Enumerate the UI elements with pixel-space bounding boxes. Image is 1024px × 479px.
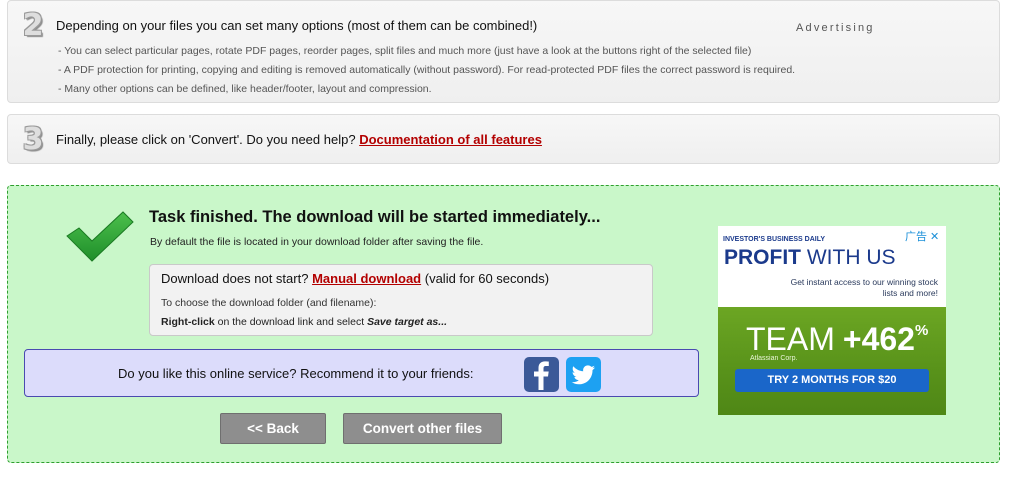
step-2-number-icon: 2 [22, 8, 44, 43]
ad-percent: +462% [843, 321, 928, 357]
task-finished-subtitle: By default the file is located in your d… [150, 236, 484, 248]
ad-headline-rest: WITH US [806, 246, 896, 269]
ad-green-section: TEAM +462% Atlassian Corp. TRY 2 MONTHS F… [718, 307, 946, 415]
download-folder-hint: To choose the download folder (and filen… [161, 297, 377, 309]
twitter-share-button[interactable] [566, 357, 601, 392]
advertisement-banner[interactable]: INVESTOR'S BUSINESS DAILY 广告 ✕ PROFIT WI… [718, 226, 946, 415]
step-3-text: Finally, please click on 'Convert'. Do y… [56, 132, 356, 147]
step-2-panel: 2 Depending on your files you can set ma… [7, 0, 1000, 103]
advertising-label: Advertising [796, 22, 875, 34]
instruction-italic: Save target as... [367, 316, 448, 328]
download-suffix: (valid for 60 seconds) [424, 271, 550, 286]
step-2-note-3: - Many other options can be defined, lik… [58, 83, 432, 95]
step-2-note-2: - A PDF protection for printing, copying… [58, 64, 796, 76]
ad-body-text: Get instant access to our winning stock … [790, 277, 938, 298]
ad-percent-value: +462 [842, 321, 915, 357]
checkmark-icon [66, 211, 134, 262]
task-finished-title: Task finished. The download will be star… [149, 208, 601, 226]
ad-top-section: INVESTOR'S BUSINESS DAILY 广告 ✕ PROFIT WI… [718, 226, 946, 307]
ad-close-icon[interactable]: 广告 ✕ [905, 228, 939, 244]
share-text: Do you like this online service? Recomme… [118, 366, 474, 381]
documentation-link[interactable]: Documentation of all features [359, 132, 542, 147]
share-box: Do you like this online service? Recomme… [24, 349, 699, 397]
ad-team-line: TEAM +462% [746, 321, 928, 358]
twitter-icon [571, 365, 595, 385]
instruction-bold: Right-click [161, 316, 215, 328]
step-2-note-1: - You can select particular pages, rotat… [58, 45, 752, 57]
manual-download-link[interactable]: Manual download [312, 271, 421, 286]
step-3-text-line: Finally, please click on 'Convert'. Do y… [56, 132, 542, 147]
download-instruction: Right-click on the download link and sel… [161, 316, 447, 328]
facebook-icon [534, 361, 549, 390]
download-prefix: Download does not start? [161, 271, 309, 286]
ad-team: TEAM [746, 321, 835, 357]
step-3-panel: 3 Finally, please click on 'Convert'. Do… [7, 114, 1000, 164]
step-3-number-icon: 3 [22, 122, 44, 157]
step-2-title: Depending on your files you can set many… [56, 18, 538, 33]
ad-headline-bold: PROFIT [724, 246, 801, 269]
back-button[interactable]: << Back [220, 413, 326, 444]
instruction-mid: on the download link and select [217, 316, 365, 328]
ad-percent-sign: % [914, 322, 929, 339]
download-fallback-line: Download does not start? Manual download… [161, 271, 549, 286]
ad-headline: PROFIT WITH US [724, 246, 896, 270]
convert-other-files-button[interactable]: Convert other files [343, 413, 502, 444]
download-info-box: Download does not start? Manual download… [149, 264, 653, 336]
ad-cta-button[interactable]: TRY 2 MONTHS FOR $20 [735, 369, 929, 392]
facebook-share-button[interactable] [524, 357, 559, 392]
ad-publisher: INVESTOR'S BUSINESS DAILY [723, 236, 826, 243]
ad-company: Atlassian Corp. [750, 355, 798, 362]
